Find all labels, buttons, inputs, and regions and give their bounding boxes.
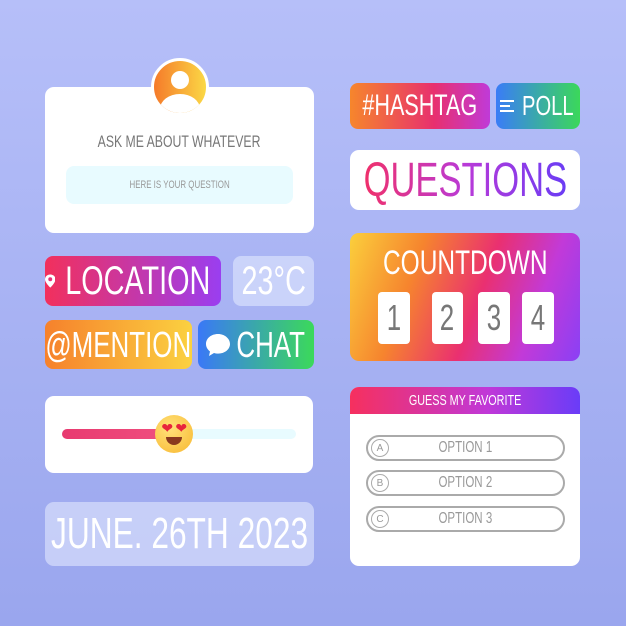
countdown-digit: 3 (478, 292, 510, 344)
chat-bubble-icon (206, 333, 231, 356)
emoji-slider-sticker: ❤ ❤ (45, 396, 313, 473)
heart-eyes-emoji-icon[interactable]: ❤ ❤ (155, 415, 194, 453)
chat-sticker[interactable]: CHAT (198, 320, 314, 369)
countdown-digit: 4 (522, 292, 554, 344)
countdown-digit: 1 (378, 292, 410, 344)
date-sticker[interactable]: JUNE. 26TH 2023 (45, 502, 314, 566)
option-letter: A (371, 439, 389, 457)
chat-label: CHAT (236, 323, 306, 365)
option-letter: C (371, 510, 389, 528)
mention-label: @MENTION (45, 323, 192, 365)
poll-sticker[interactable]: POLL (496, 83, 580, 129)
question-title: ASK ME ABOUT WHATEVER (98, 132, 261, 151)
list-icon (500, 100, 515, 112)
hashtag-label: #HASHTAG (362, 89, 478, 122)
mention-sticker[interactable]: @MENTION (45, 320, 192, 369)
questions-label: QUESTIONS (363, 153, 567, 207)
countdown-sticker[interactable]: COUNTDOWN 1 2 3 4 (350, 233, 580, 361)
quiz-option[interactable]: B OPTION 2 (366, 470, 565, 496)
quiz-sticker: GUESS MY FAVORITE A OPTION 1 B OPTION 2 CO… (350, 387, 580, 566)
location-label: LOCATION (65, 258, 211, 303)
location-sticker[interactable]: LOCATION (45, 256, 221, 306)
hashtag-sticker[interactable]: #HASHTAG (350, 83, 490, 129)
question-input[interactable]: HERE IS YOUR QUESTION (66, 166, 293, 204)
countdown-digit: 2 (432, 292, 463, 344)
countdown-title: COUNTDOWN (382, 243, 548, 282)
date-text: JUNE. 26TH 2023 (50, 509, 309, 558)
temperature-value: 23°C (241, 258, 306, 303)
user-icon (151, 58, 209, 116)
quiz-option[interactable]: C OPTION 3 (366, 506, 565, 532)
temperature-sticker[interactable]: 23°C (233, 256, 314, 306)
option-letter: B (371, 474, 389, 492)
questions-sticker[interactable]: QUESTIONS (350, 150, 580, 210)
poll-label: POLL (522, 90, 574, 121)
quiz-option[interactable]: A OPTION 1 (366, 435, 565, 461)
quiz-title: GUESS MY FAVORITE (408, 392, 522, 409)
map-pin-icon (45, 274, 56, 288)
